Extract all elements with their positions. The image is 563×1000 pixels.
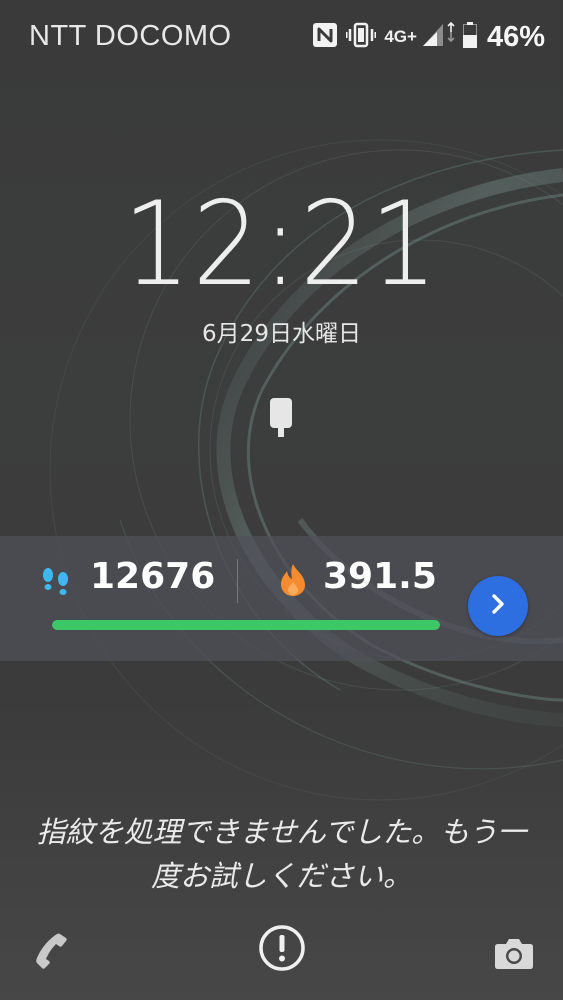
step-progress-bar (52, 620, 440, 630)
chevron-right-icon (486, 592, 510, 620)
alert-circle-icon (258, 925, 306, 976)
signal-icon (421, 21, 455, 52)
microphone-icon[interactable] (266, 396, 296, 442)
status-icons: 4G+ 46% (312, 20, 545, 54)
clock-time: 12:21 (123, 177, 440, 312)
lock-screen-clock: 12:21 (0, 180, 563, 310)
camera-shortcut-button[interactable] (494, 936, 534, 970)
status-bar: NTT DOCOMO 4G+ 46% (0, 0, 563, 72)
calories-count: 391.5 (323, 556, 437, 597)
fingerprint-message-line-2: 度お試しください。 (150, 859, 412, 893)
vibrate-icon (345, 22, 377, 52)
phone-shortcut-button[interactable] (30, 930, 70, 970)
carrier-name: NTT DOCOMO (29, 20, 232, 52)
network-type-label: 4G+ (384, 27, 417, 46)
battery-icon (462, 22, 477, 52)
phone-icon (30, 933, 70, 974)
steps-count: 12676 (90, 556, 216, 597)
nfc-icon (312, 22, 338, 52)
fingerprint-error-message: 指紋を処理できませんでした。もう一 度お試しください。 (10, 810, 553, 898)
widget-divider (237, 559, 238, 603)
footprints-icon (40, 566, 72, 598)
emergency-info-button[interactable] (258, 924, 306, 972)
open-fitness-button[interactable] (468, 576, 528, 636)
lock-screen-date: 6月29日水曜日 (202, 321, 361, 347)
step-progress-fill (52, 620, 440, 630)
fingerprint-message-line-1: 指紋を処理できませんでした。もう一 (36, 815, 527, 849)
battery-percentage: 46% (486, 20, 545, 53)
flame-icon (278, 562, 308, 598)
camera-icon (494, 939, 534, 974)
